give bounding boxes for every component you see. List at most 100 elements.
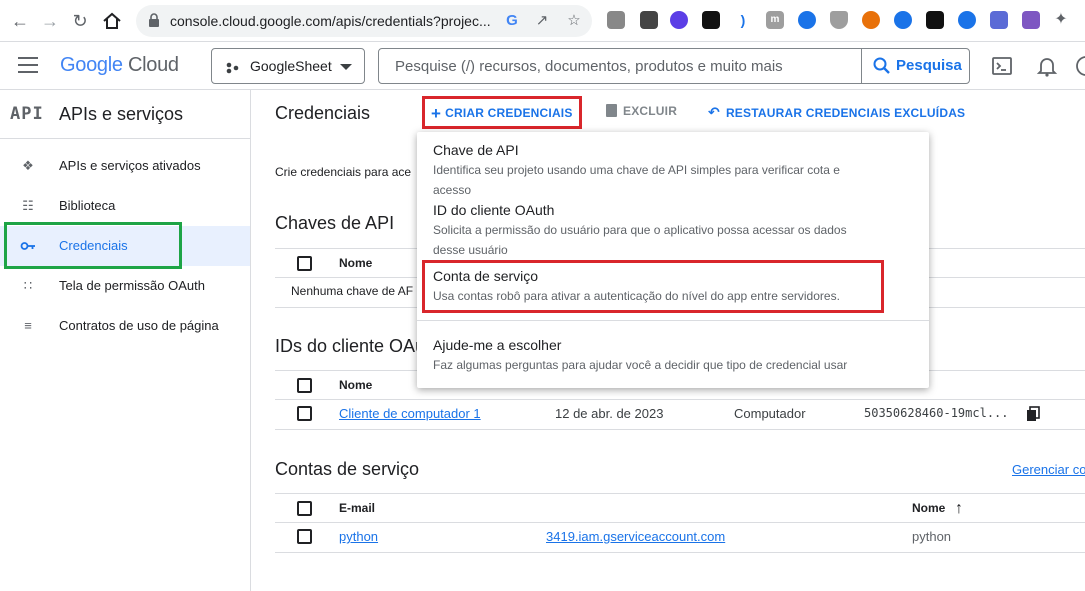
menu-icon[interactable] [18,57,38,73]
menu-item-title: ID do cliente OAuth [433,202,555,218]
qr-icon[interactable] [640,11,658,29]
dots-grid-icon: ∷ [23,278,33,293]
diamond-grid-icon: ❖ [22,158,34,173]
logo-cloud: Cloud [127,54,179,76]
extension-icon[interactable]: m [766,11,784,29]
shield-icon[interactable] [830,11,848,29]
api-badge: API [10,104,44,124]
client-id: 50350628460-19mcl... [864,406,1009,420]
extension-icon[interactable] [958,11,976,29]
sidebar-divider [0,138,250,139]
trash-icon [606,104,617,117]
menu-item-title: Chave de API [433,142,519,158]
help-icon[interactable] [1074,54,1085,78]
extension-icon[interactable] [607,11,625,29]
star-icon[interactable]: ☆ [564,11,584,31]
creation-date: 12 de abr. de 2023 [555,406,664,421]
library-icon: ☷ [22,198,34,213]
table-row: python 3419.iam.gserviceaccount.com pyth… [275,523,1085,553]
console-header: Google Cloud GoogleSheet Pesquise (/) re… [0,42,1085,90]
table-header: E-mail Nome ↑ [275,493,1085,523]
share-icon[interactable]: ↗ [532,11,552,31]
column-header-name[interactable]: Nome [339,256,372,270]
table-row: Cliente de computador 1 12 de abr. de 20… [275,400,1085,430]
manage-service-accounts-link[interactable]: Gerenciar co [1012,462,1085,477]
forward-icon[interactable]: → [38,9,62,33]
sidebar-title: APIs e serviços [59,104,184,124]
sidebar-item-label: Tela de permissão OAuth [59,278,205,293]
page-title: Credenciais [275,103,371,123]
row-checkbox[interactable] [297,406,312,421]
reload-icon[interactable]: ↻ [68,9,92,33]
puzzle-icon[interactable]: ✦ [1052,11,1070,29]
back-icon[interactable]: ← [8,9,32,33]
extension-icon[interactable] [894,11,912,29]
sidebar-item-library[interactable]: ☷ Biblioteca [0,186,250,226]
menu-item-help-me-choose[interactable]: Ajude-me a escolher Faz algumas pergunta… [433,337,913,375]
column-header-name[interactable]: Nome [339,378,372,392]
sidebar-item-label: Biblioteca [59,198,116,213]
caret-down-icon [340,64,352,70]
menu-item-oauth-client[interactable]: ID do cliente OAuth Solicita a permissão… [433,202,913,260]
column-header-name[interactable]: Nome [912,501,945,515]
restore-button[interactable]: ↶ RESTAURAR CREDENCIAIS EXCLUÍDAS [708,104,965,124]
select-all-checkbox[interactable] [297,501,312,516]
undo-icon: ↶ [708,104,720,120]
highlight-box-green [4,222,182,269]
search-button-label: Pesquisa [896,57,962,74]
select-all-checkbox[interactable] [297,378,312,393]
logo-google: Google [60,54,123,76]
extension-icon[interactable] [702,11,720,29]
row-checkbox[interactable] [297,529,312,544]
service-account-name: python [912,529,952,544]
extension-icon[interactable] [670,11,688,29]
sidebar-item-label: Contratos de uso de página [59,318,219,333]
section-title-api-keys: Chaves de API [275,213,395,233]
menu-item-description: Solicita a permissão do usuário para que… [433,223,847,257]
extension-icon[interactable] [862,11,880,29]
section-title-service-accounts: Contas de serviço [275,459,420,479]
url-text: console.cloud.google.com/apis/credential… [170,13,491,29]
project-selector[interactable]: GoogleSheet [211,48,365,84]
extension-icon[interactable] [926,11,944,29]
settings-list-icon: ≡ [24,318,32,333]
search-icon [872,56,892,76]
copy-icon[interactable] [1026,406,1040,422]
select-all-checkbox[interactable] [297,256,312,271]
delete-button[interactable]: EXCLUIR [606,104,677,124]
menu-item-description: Identifica seu projeto usando uma chave … [433,163,840,197]
empty-state-text: Nenhuma chave de AF [291,284,414,298]
arrow-up-icon[interactable]: ↑ [955,500,963,518]
google-cloud-logo[interactable]: Google Cloud [60,54,179,77]
sidebar-item-page-usage[interactable]: ≡ Contratos de uso de página [0,306,250,346]
extension-icon[interactable] [990,11,1008,29]
service-account-domain-link[interactable]: 3419.iam.gserviceaccount.com [546,529,725,544]
browser-toolbar: ← → ↻ console.cloud.google.com/apis/cred… [0,0,1085,42]
project-icon [226,61,240,74]
delete-label: EXCLUIR [623,104,678,118]
menu-item-description: Faz algumas perguntas para ajudar você a… [433,358,848,372]
extension-icon[interactable] [798,11,816,29]
menu-item-title: Ajude-me a escolher [433,337,562,353]
cloud-shell-icon[interactable] [990,54,1014,78]
service-account-email-link[interactable]: python [339,529,378,544]
column-header-email[interactable]: E-mail [339,501,375,515]
search-box[interactable]: Pesquise (/) recursos, documentos, produ… [378,48,970,84]
restore-label: RESTAURAR CREDENCIAIS EXCLUÍDAS [725,106,966,120]
menu-item-api-key[interactable]: Chave de API Identifica seu projeto usan… [433,142,913,200]
sidebar-item-oauth-consent[interactable]: ∷ Tela de permissão OAuth [0,266,250,306]
client-type: Computador [734,406,806,421]
extension-icon[interactable]: ) [734,11,752,29]
google-lens-icon[interactable]: G [502,11,522,31]
extension-icon[interactable] [1022,11,1040,29]
search-input[interactable]: Pesquise (/) recursos, documentos, produ… [395,58,783,75]
highlight-box-red [422,260,884,313]
search-button[interactable]: Pesquisa [861,49,970,83]
section-title-oauth: IDs do cliente OAu [275,336,426,356]
oauth-client-link[interactable]: Cliente de computador 1 [339,406,481,421]
address-bar[interactable]: console.cloud.google.com/apis/credential… [136,5,592,37]
sidebar: API APIs e serviços ❖ APIs e serviços at… [0,90,251,591]
sidebar-item-enabled-apis[interactable]: ❖ APIs e serviços ativados [0,146,250,186]
home-icon[interactable] [101,10,123,32]
bell-icon[interactable] [1035,54,1059,78]
